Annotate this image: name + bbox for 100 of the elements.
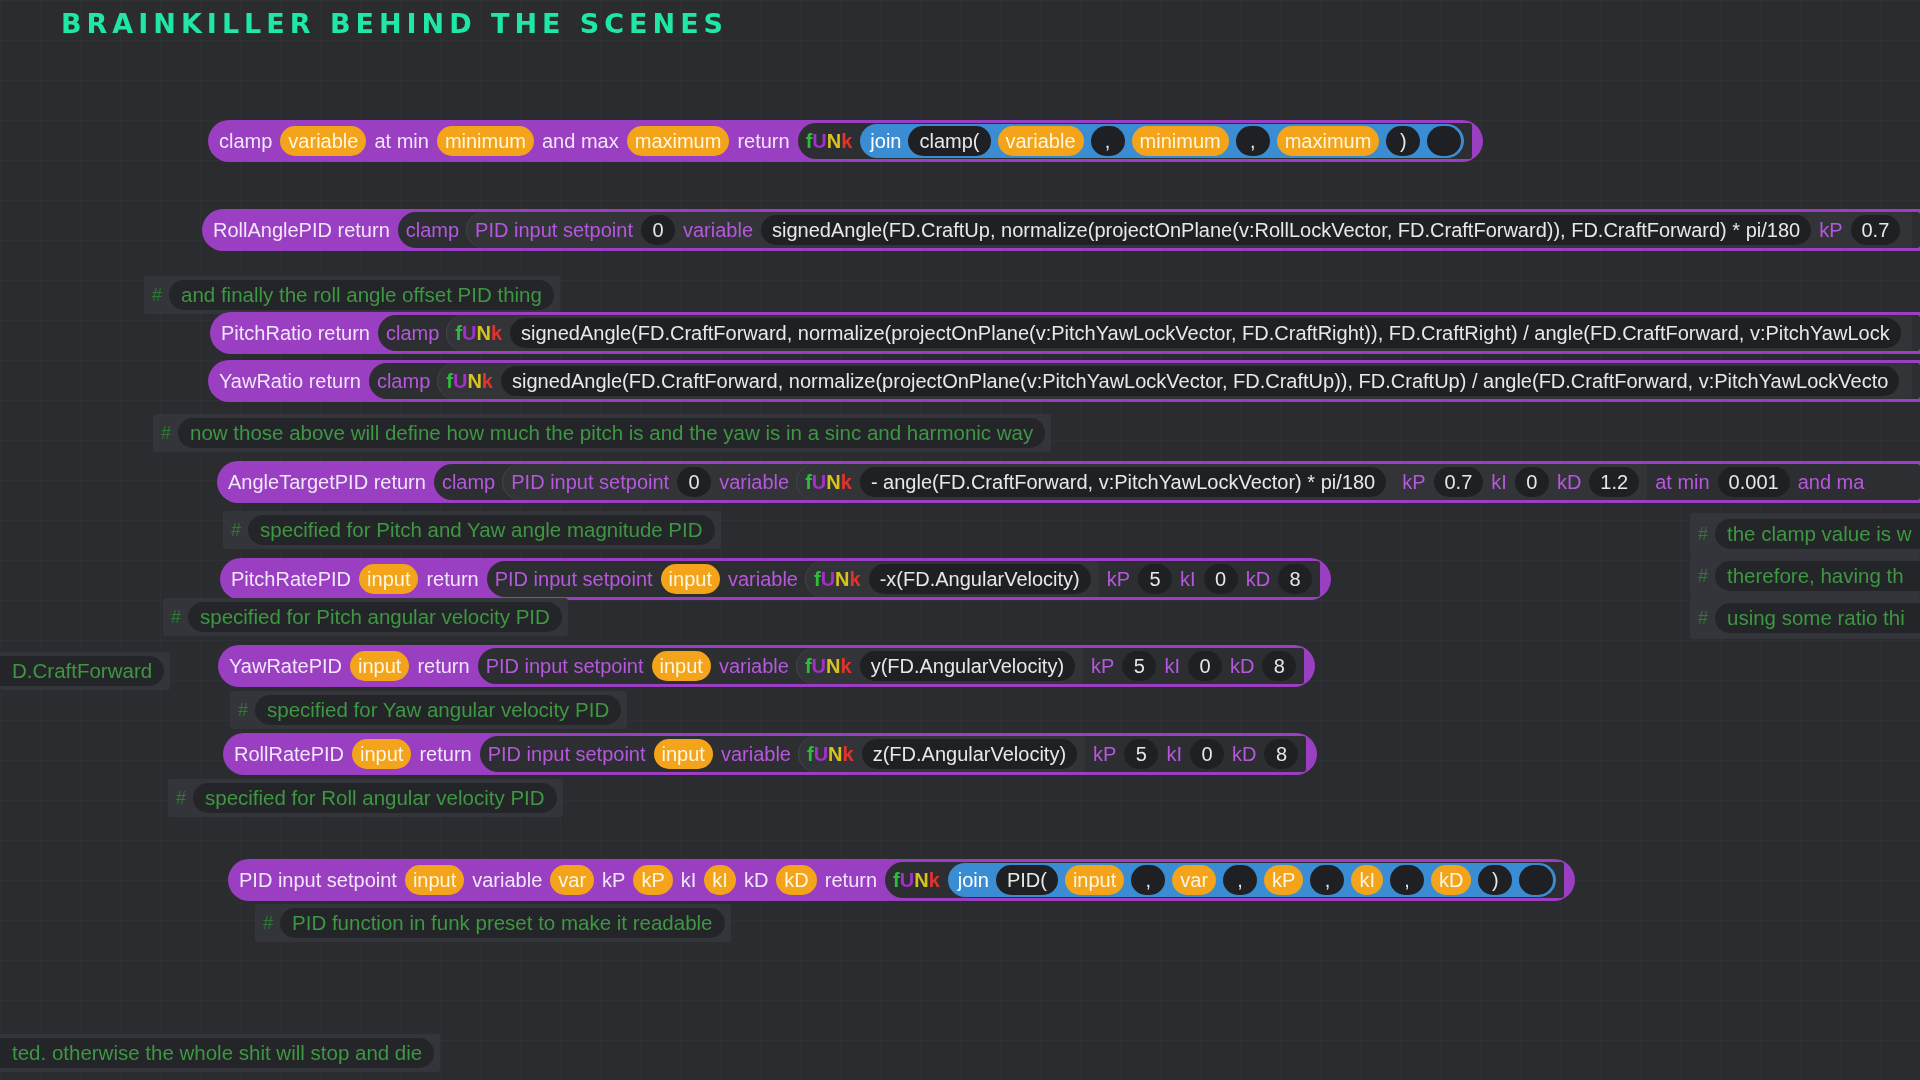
value-field[interactable]: 0 [1203, 564, 1238, 594]
block-label: join [957, 868, 989, 893]
comment-block[interactable]: # specified for Yaw angular velocity PID [230, 691, 628, 729]
funk-label: fUNk [805, 129, 853, 154]
value-field[interactable]: signedAngle(FD.CraftUp, normalize(projectOnPlane(v:RollLockVector, FD.CraftForward)), FD.CraftForward) * pi/180 [761, 215, 1812, 245]
comment-field[interactable]: using some ratio thi [1715, 603, 1920, 633]
value-field[interactable]: , [1310, 865, 1345, 895]
comment-block[interactable]: # PID function in funk preset to make it readable [255, 904, 731, 942]
comment-block[interactable]: # specified for Pitch and Yaw angle magnitude PID [223, 511, 721, 549]
value-field[interactable]: 8 [1262, 651, 1297, 681]
reporter-block[interactable]: PID input setpoint input variable fUNk y(FD.AngularVelocity) kP 5 kI 0 kD 8 [477, 648, 1305, 684]
block-label: kD [1229, 654, 1255, 679]
comment-block[interactable]: # using some ratio thi [1690, 597, 1920, 639]
comment-field[interactable]: now those above will define how much the pitch is and the yaw is in a sinc and harmonic way [178, 418, 1046, 448]
reporter-block[interactable]: clamp PID input setpoint 0 variable fUNk - angle(FD.CraftForward, v:PitchYawLockVector) * pi/180 kP 0.7 kI 0 kD 1.2 at min 0.001 and ma [433, 464, 1920, 500]
comment-block[interactable]: # now those above will define how much the pitch is and the yaw is in a sinc and harmonic way [153, 414, 1052, 452]
value-field[interactable]: , [1223, 865, 1258, 895]
block-label: PID input setpoint [475, 218, 633, 243]
value-field[interactable]: - angle(FD.CraftForward, v:PitchYawLockVector) * pi/180 [859, 467, 1387, 497]
code-block[interactable]: AngleTargetPID return clamp PID input setpoint 0 variable fUNk - angle(FD.CraftForward, v:PitchYawLockVector) * pi/180 kP 0.7 kI 0 kD 1.2 at min 0.001 and ma [217, 461, 1920, 503]
block-label: RollRatePID [234, 742, 345, 767]
comment-field[interactable]: PID function in funk preset to make it readable [280, 908, 725, 938]
value-field[interactable]: 0 [677, 467, 712, 497]
comment-block[interactable]: ted. otherwise the whole shit will stop and die [0, 1034, 441, 1072]
code-block[interactable]: PitchRatio return clamp fUNk signedAngle(FD.CraftForward, normalize(projectOnPlane(v:PitchYawLockVector, FD.CraftRight)), FD.CraftRight) / angle(FD.CraftForward, v:PitchYawLock [210, 312, 1920, 354]
value-field[interactable]: 5 [1138, 564, 1173, 594]
comment-block[interactable]: D.CraftForward [0, 652, 171, 690]
block-label: variable [683, 218, 754, 243]
value-field[interactable]: , [1235, 126, 1270, 156]
comment-field[interactable]: and finally the roll angle offset PID thing [169, 280, 554, 310]
value-field[interactable]: 0.7 [1433, 467, 1484, 497]
reporter-block[interactable]: fUNk -x(FD.AngularVelocity) [806, 561, 1099, 597]
reporter-block[interactable]: clamp fUNk signedAngle(FD.CraftForward, normalize(projectOnPlane(v:PitchYawLockVector, FD.CraftRight)), FD.CraftRight) / angle(FD.CraftForward, v:PitchYawLock [377, 315, 1920, 351]
value-field[interactable]: PID( [995, 865, 1058, 895]
comment-field[interactable]: the clamp value is w [1715, 519, 1920, 549]
reporter-block[interactable]: fUNk signedAngle(FD.CraftForward, normalize(projectOnPlane(v:PitchYawLockVector, FD.CraftUp)), FD.CraftUp) / angle(FD.CraftForward, v:PitchYawLockVecto [438, 363, 1912, 399]
join-block[interactable]: join clamp( variable , minimum , maximum ) [860, 124, 1465, 158]
code-block[interactable]: RollRatePID input return PID input setpoint input variable fUNk z(FD.AngularVelocity) kP 5 kI 0 kD 8 [223, 733, 1318, 775]
value-field[interactable]: 8 [1278, 564, 1313, 594]
reporter-block[interactable]: fUNk join clamp( variable , minimum , maximum ) [797, 123, 1473, 159]
block-label: kD [1556, 470, 1582, 495]
value-field[interactable]: 0 [1187, 651, 1222, 681]
value-field[interactable]: z(FD.AngularVelocity) [861, 739, 1078, 769]
block-label: kP [602, 868, 626, 893]
reporter-block[interactable]: fUNk z(FD.AngularVelocity) [798, 736, 1086, 772]
value-field[interactable]: 0.7 [1850, 215, 1901, 245]
value-field[interactable]: signedAngle(FD.CraftForward, normalize(projectOnPlane(v:PitchYawLockVector, FD.CraftUp)), FD.CraftUp) / angle(FD.CraftForward, v:PitchYawLockVecto [501, 366, 1900, 396]
comment-field[interactable]: specified for Pitch angular velocity PID [188, 602, 562, 632]
funk-label: fUNk [804, 654, 852, 679]
reporter-block[interactable]: clamp PID input setpoint 0 variable signedAngle(FD.CraftUp, normalize(projectOnPlane(v:RollLockVector, FD.CraftForward)), FD.CraftForward) * pi/180 kP 0.7 [397, 212, 1920, 248]
value-field[interactable]: signedAngle(FD.CraftForward, normalize(projectOnPlane(v:PitchYawLockVector, FD.CraftRight)), FD.CraftRight) / angle(FD.CraftForward, v:PitchYawLock [510, 318, 1901, 348]
value-field[interactable]: , [1090, 126, 1125, 156]
comment-field[interactable]: therefore, having th [1715, 561, 1920, 591]
block-label: YawRatePID [229, 654, 342, 679]
reporter-block[interactable]: fUNk join PID( input , var , kP , kI , kD ) [885, 862, 1565, 898]
reporter-block[interactable]: PID input setpoint 0 variable signedAngle(FD.CraftUp, normalize(projectOnPlane(v:RollLockVector, FD.CraftForward)), FD.CraftForward) * pi/180 kP 0.7 [467, 212, 1912, 248]
value-field[interactable]: -x(FD.AngularVelocity) [868, 564, 1091, 594]
value-field[interactable]: y(FD.AngularVelocity) [859, 651, 1076, 681]
code-block[interactable]: PitchRatePID input return PID input setpoint input variable fUNk -x(FD.AngularVelocity) kP 5 kI 0 kD 8 [220, 558, 1332, 600]
comment-block[interactable]: # and finally the roll angle offset PID thing [144, 276, 560, 314]
comment-block[interactable]: # specified for Roll angular velocity PID [168, 779, 563, 817]
block-label: YawRatio return [219, 369, 361, 394]
value-field[interactable]: 0 [641, 215, 675, 245]
code-block[interactable]: YawRatio return clamp fUNk signedAngle(FD.CraftForward, normalize(projectOnPlane(v:PitchYawLockVector, FD.CraftUp)), FD.CraftUp) / angle(FD.CraftForward, v:PitchYawLockVecto [208, 360, 1920, 402]
comment-field[interactable]: specified for Yaw angular velocity PID [255, 695, 622, 725]
comment-block[interactable]: # specified for Pitch angular velocity PID [163, 598, 568, 636]
code-block[interactable]: RollAnglePID return clamp PID input setpoint 0 variable signedAngle(FD.CraftUp, normalize(projectOnPlane(v:RollLockVector, FD.CraftForward)), FD.CraftForward) * pi/180 kP 0.7 [202, 209, 1920, 251]
hash-mark: # [161, 422, 171, 444]
block-label: return [419, 742, 472, 767]
reporter-block[interactable]: fUNk signedAngle(FD.CraftForward, normalize(projectOnPlane(v:PitchYawLockVector, FD.CraftRight)), FD.CraftRight) / angle(FD.CraftForward, v:PitchYawLock [447, 315, 1912, 351]
value-field[interactable]: , [1390, 865, 1424, 895]
reporter-block[interactable]: PID input setpoint 0 variable fUNk - angle(FD.CraftForward, v:PitchYawLockVector) * pi/180 kP 0.7 kI 0 kD 1.2 [503, 464, 1648, 500]
block-label: kI [1491, 470, 1507, 495]
block-label: variable [472, 868, 543, 893]
value-field[interactable]: 5 [1122, 651, 1157, 681]
comment-field[interactable]: D.CraftForward [0, 656, 165, 686]
value-field[interactable]: 0 [1190, 739, 1224, 769]
value-field[interactable]: 8 [1264, 739, 1299, 769]
value-field[interactable]: ) [1478, 865, 1513, 895]
value-field[interactable]: 0.001 [1717, 467, 1790, 497]
code-block[interactable]: YawRatePID input return PID input setpoint input variable fUNk y(FD.AngularVelocity) kP 5 kI 0 kD 8 [218, 645, 1316, 687]
comment-field[interactable]: specified for Roll angular velocity PID [193, 783, 557, 813]
reporter-block[interactable]: PID input setpoint input variable fUNk -x(FD.AngularVelocity) kP 5 kI 0 kD 8 [486, 561, 1321, 597]
reporter-block[interactable]: fUNk y(FD.AngularVelocity) [796, 648, 1084, 684]
reporter-block[interactable]: PID input setpoint input variable fUNk z(FD.AngularVelocity) kP 5 kI 0 kD 8 [479, 736, 1307, 772]
value-field[interactable]: 1.2 [1589, 467, 1640, 497]
value-field[interactable]: 0 [1514, 467, 1549, 497]
comment-block[interactable]: # therefore, having th [1690, 555, 1920, 597]
comment-block[interactable]: # the clamp value is w [1690, 513, 1920, 555]
value-field[interactable]: ) [1386, 126, 1421, 156]
reporter-block[interactable]: clamp fUNk signedAngle(FD.CraftForward, normalize(projectOnPlane(v:PitchYawLockVector, FD.CraftUp)), FD.CraftUp) / angle(FD.CraftForward, v:PitchYawLockVecto [368, 363, 1920, 399]
code-block[interactable]: clamp variable at min minimum and max maximum return fUNk join clamp( variable , minimum , maximum ) [208, 120, 1484, 162]
value-field[interactable]: 5 [1124, 739, 1159, 769]
value-field[interactable]: , [1131, 865, 1166, 895]
value-field[interactable]: clamp( [908, 126, 991, 156]
hash-mark: # [1698, 523, 1708, 545]
join-block[interactable]: join PID( input , var , kP , kI , kD ) [947, 863, 1557, 897]
code-block[interactable]: PID input setpoint input variable var kP kP kI kI kD kD return fUNk join PID( input , var , kP , kI , kD ) [228, 859, 1576, 901]
comment-field[interactable]: ted. otherwise the whole shit will stop and die [0, 1038, 435, 1068]
comment-field[interactable]: specified for Pitch and Yaw angle magnitude PID [248, 515, 715, 545]
